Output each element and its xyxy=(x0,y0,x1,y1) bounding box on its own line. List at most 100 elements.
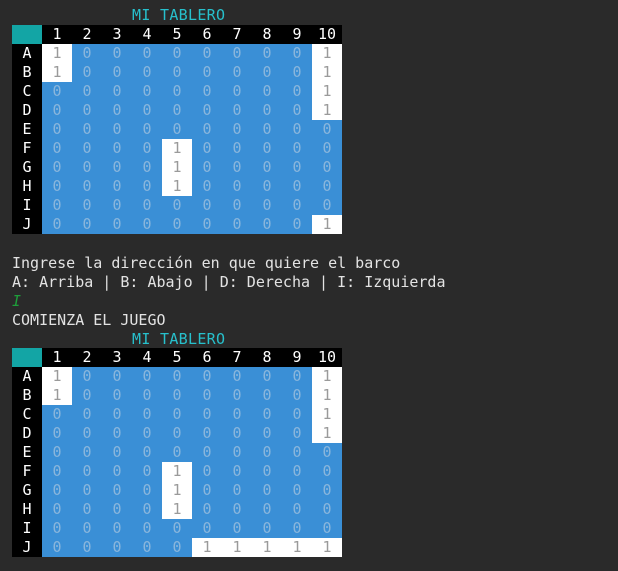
water-cell: 0 xyxy=(102,443,132,462)
water-cell: 0 xyxy=(222,196,252,215)
ship-cell: 1 xyxy=(42,367,72,386)
water-cell: 0 xyxy=(252,158,282,177)
water-cell: 0 xyxy=(102,158,132,177)
water-cell: 0 xyxy=(102,538,132,557)
water-cell: 0 xyxy=(102,519,132,538)
water-cell: 0 xyxy=(102,367,132,386)
column-header: 4 xyxy=(132,348,162,367)
ship-cell: 1 xyxy=(312,538,342,557)
water-cell: 0 xyxy=(282,139,312,158)
water-cell: 0 xyxy=(312,481,342,500)
ship-cell: 1 xyxy=(312,424,342,443)
water-cell: 0 xyxy=(72,63,102,82)
board-row: I0000000000 xyxy=(12,519,342,538)
terminal-output[interactable]: ´̃ MI TABLERO 12345678910 A1000000001B10… xyxy=(0,0,618,571)
water-cell: 0 xyxy=(132,215,162,234)
water-cell: 0 xyxy=(252,82,282,101)
column-header: 10 xyxy=(312,348,342,367)
water-cell: 0 xyxy=(162,196,192,215)
water-cell: 0 xyxy=(222,519,252,538)
water-cell: 0 xyxy=(42,462,72,481)
water-cell: 0 xyxy=(282,481,312,500)
water-cell: 0 xyxy=(72,443,102,462)
water-cell: 0 xyxy=(72,120,102,139)
water-cell: 0 xyxy=(72,519,102,538)
water-cell: 0 xyxy=(282,120,312,139)
water-cell: 0 xyxy=(42,120,72,139)
water-cell: 0 xyxy=(252,500,282,519)
water-cell: 0 xyxy=(222,120,252,139)
board-row: B1000000001 xyxy=(12,63,342,82)
water-cell: 0 xyxy=(132,462,162,481)
prompt-options: A: Arriba | B: Abajo | D: Derecha | I: I… xyxy=(12,273,446,291)
water-cell: 0 xyxy=(252,519,282,538)
water-cell: 0 xyxy=(72,481,102,500)
water-cell: 0 xyxy=(72,386,102,405)
water-cell: 0 xyxy=(222,386,252,405)
ship-cell: 1 xyxy=(312,386,342,405)
water-cell: 0 xyxy=(102,462,132,481)
water-cell: 0 xyxy=(132,44,162,63)
water-cell: 0 xyxy=(72,215,102,234)
row-header: J xyxy=(12,538,42,557)
water-cell: 0 xyxy=(252,139,282,158)
ship-cell: 1 xyxy=(162,177,192,196)
water-cell: 0 xyxy=(192,462,222,481)
water-cell: 0 xyxy=(252,120,282,139)
water-cell: 0 xyxy=(222,44,252,63)
water-cell: 0 xyxy=(162,424,192,443)
board-row: J0000000001 xyxy=(12,215,342,234)
water-cell: 0 xyxy=(282,101,312,120)
board-row: H0000100000 xyxy=(12,500,342,519)
column-header: 1 xyxy=(42,25,72,44)
water-cell: 0 xyxy=(42,424,72,443)
ship-cell: 1 xyxy=(312,63,342,82)
water-cell: 0 xyxy=(102,44,132,63)
water-cell: 0 xyxy=(132,82,162,101)
previous-output-fragment: ´̃ xyxy=(10,0,19,7)
water-cell: 0 xyxy=(282,386,312,405)
ship-cell: 1 xyxy=(162,139,192,158)
ship-cell: 1 xyxy=(42,63,72,82)
ship-cell: 1 xyxy=(312,367,342,386)
ship-cell: 1 xyxy=(42,44,72,63)
board-header-row: 1 2 3 4 5 6 7 8 9 10 xyxy=(12,348,342,367)
water-cell: 0 xyxy=(42,158,72,177)
board-row: G0000100000 xyxy=(12,481,342,500)
water-cell: 0 xyxy=(102,500,132,519)
water-cell: 0 xyxy=(282,519,312,538)
water-cell: 0 xyxy=(282,215,312,234)
row-header: D xyxy=(12,101,42,120)
water-cell: 0 xyxy=(162,44,192,63)
board-row: D0000000001 xyxy=(12,424,342,443)
water-cell: 0 xyxy=(282,63,312,82)
board-row: B1000000001 xyxy=(12,386,342,405)
board-row: D0000000001 xyxy=(12,101,342,120)
water-cell: 0 xyxy=(72,367,102,386)
water-cell: 0 xyxy=(102,120,132,139)
board-row: C0000000001 xyxy=(12,405,342,424)
water-cell: 0 xyxy=(252,367,282,386)
ship-cell: 1 xyxy=(42,386,72,405)
water-cell: 0 xyxy=(132,481,162,500)
water-cell: 0 xyxy=(222,500,252,519)
row-header: J xyxy=(12,215,42,234)
water-cell: 0 xyxy=(252,462,282,481)
water-cell: 0 xyxy=(72,462,102,481)
water-cell: 0 xyxy=(162,120,192,139)
row-header: E xyxy=(12,120,42,139)
water-cell: 0 xyxy=(162,386,192,405)
row-header: C xyxy=(12,82,42,101)
column-header: 7 xyxy=(222,348,252,367)
column-header: 6 xyxy=(192,25,222,44)
water-cell: 0 xyxy=(252,63,282,82)
water-cell: 0 xyxy=(162,443,192,462)
water-cell: 0 xyxy=(132,177,162,196)
water-cell: 0 xyxy=(282,367,312,386)
water-cell: 0 xyxy=(222,462,252,481)
water-cell: 0 xyxy=(222,101,252,120)
board-row: E0000000000 xyxy=(12,443,342,462)
prompt-direction: Ingrese la dirección en que quiere el ba… xyxy=(12,254,401,272)
water-cell: 0 xyxy=(72,82,102,101)
water-cell: 0 xyxy=(192,177,222,196)
